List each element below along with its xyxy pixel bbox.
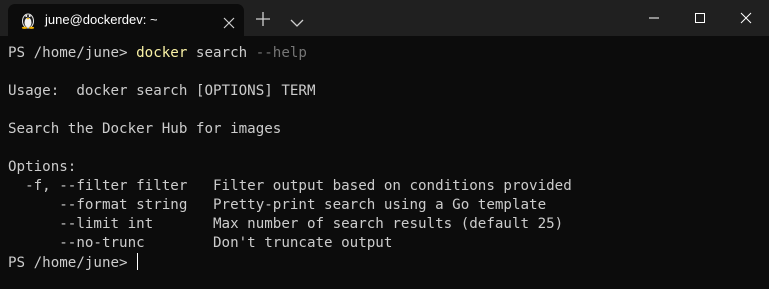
minimize-icon	[649, 17, 659, 19]
description-line: Search the Docker Hub for images	[8, 121, 282, 137]
options-header: Options:	[8, 159, 77, 175]
maximize-icon	[695, 13, 705, 23]
option-line: --format string Pretty-print search usin…	[8, 197, 547, 213]
chevron-down-icon[interactable]	[290, 13, 304, 27]
minimize-button[interactable]	[631, 0, 677, 36]
title-bar: june@dockerdev: ~	[0, 0, 769, 36]
command-line: PS /home/june> docker search --help	[8, 44, 769, 63]
tab-close-icon[interactable]	[223, 14, 235, 29]
prompt: PS /home/june>	[8, 255, 137, 271]
command-flag: --help	[255, 45, 307, 61]
option-line: --limit int Max number of search results…	[8, 216, 564, 232]
command-name: docker	[136, 45, 188, 61]
linux-penguin-icon	[20, 11, 36, 29]
terminal-output[interactable]: PS /home/june> docker search --help Usag…	[0, 36, 769, 289]
plus-icon[interactable]	[256, 11, 270, 26]
option-line: -f, --filter filter Filter output based …	[8, 178, 572, 194]
close-icon	[740, 12, 752, 24]
command-args: search	[187, 45, 256, 61]
option-line: --no-trunc Don't truncate output	[8, 235, 393, 251]
prompt-line: PS /home/june>	[8, 253, 769, 272]
maximize-button[interactable]	[677, 0, 723, 36]
prompt: PS /home/june>	[8, 45, 137, 61]
usage-line: Usage: docker search [OPTIONS] TERM	[8, 83, 316, 99]
close-button[interactable]	[723, 0, 769, 36]
tab-title: june@dockerdev: ~	[45, 12, 158, 27]
terminal-window: june@dockerdev: ~ PS /home/june> docker …	[0, 0, 769, 289]
tab-active[interactable]: june@dockerdev: ~	[8, 4, 244, 36]
text-cursor	[137, 253, 139, 270]
